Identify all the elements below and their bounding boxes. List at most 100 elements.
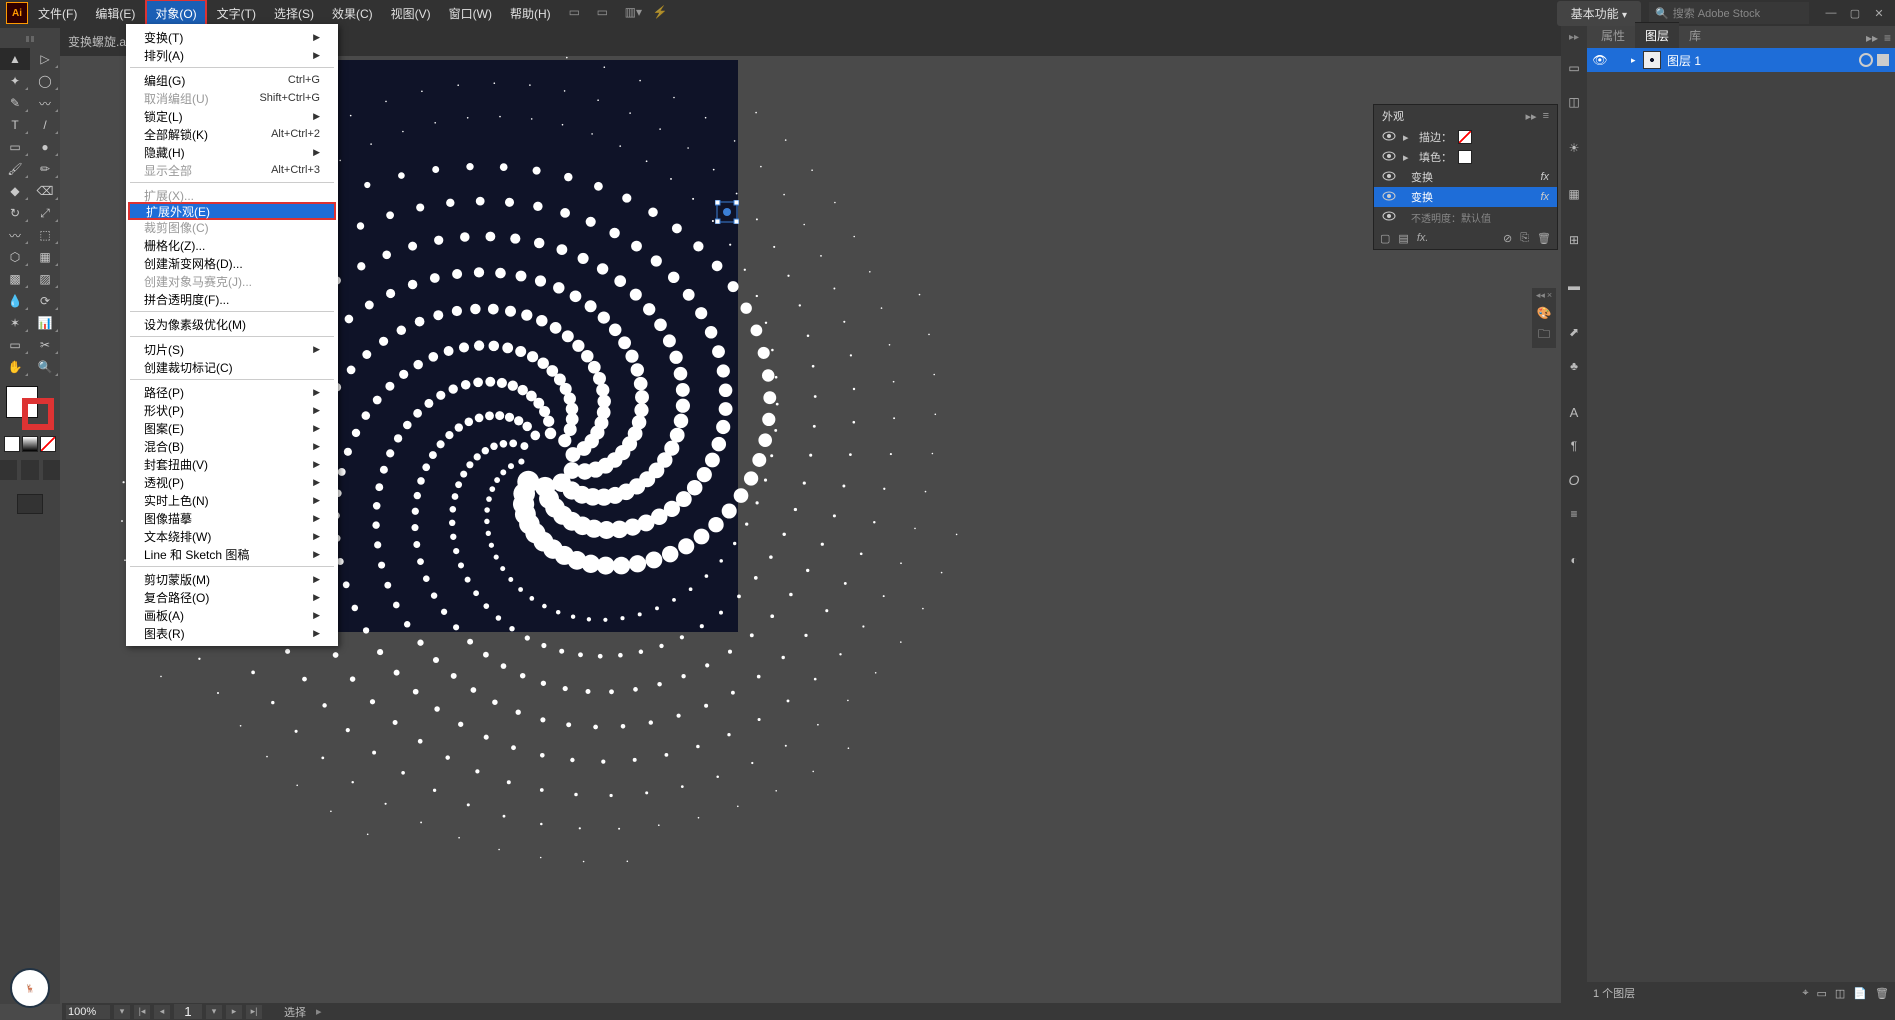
panel-menu-icon[interactable]: ≡ — [1543, 110, 1549, 123]
tab-libraries[interactable]: 库 — [1679, 23, 1711, 48]
fx-indicator[interactable]: fx — [1540, 191, 1549, 203]
target-icon[interactable] — [1859, 53, 1873, 67]
menu-item[interactable]: 扩展外观(E) — [128, 202, 336, 220]
appearance-row[interactable]: ▸描边： — [1374, 127, 1557, 147]
menu-item[interactable]: 实时上色(N)▶ — [126, 491, 338, 509]
zoom-input[interactable] — [66, 1005, 110, 1019]
tool-eyedropper[interactable]: 💧 — [0, 290, 30, 312]
character-icon[interactable]: A — [1562, 400, 1586, 424]
tool-column-graph[interactable]: 📊 — [30, 312, 60, 334]
menu-file[interactable]: 文件(F) — [30, 1, 85, 26]
swatch[interactable] — [1458, 150, 1472, 164]
layers-menu-icon[interactable]: ≡ — [1884, 31, 1891, 45]
appearance-row[interactable]: 变换fx — [1374, 187, 1557, 207]
strip-collapse[interactable]: ◂◂ — [1536, 290, 1545, 301]
menu-item[interactable]: 透视(P)▶ — [126, 473, 338, 491]
selection-handle[interactable] — [715, 200, 739, 224]
draw-inside[interactable] — [43, 460, 60, 480]
arrange-icon[interactable]: ▥▾ — [625, 5, 641, 21]
symbols-icon[interactable]: ⊞ — [1562, 228, 1586, 252]
maximize-button[interactable]: ▢ — [1845, 5, 1865, 21]
menu-type[interactable]: 文字(T) — [209, 1, 264, 26]
tool-ellipse[interactable]: ● — [30, 136, 60, 158]
panel-collapse-icon[interactable]: ▸▸ — [1526, 110, 1537, 123]
workspace-switcher[interactable]: 基本功能 ▾ — [1557, 1, 1641, 26]
stroke-icon[interactable]: ▬ — [1562, 274, 1586, 298]
menu-item[interactable]: 锁定(L)▶ — [126, 107, 338, 125]
bridge-icon[interactable]: ▭ — [569, 5, 585, 21]
asset-export-icon[interactable]: ◫ — [1562, 90, 1586, 114]
tool-rotate[interactable]: ↻ — [0, 202, 30, 224]
tool-mesh[interactable]: ▩ — [0, 268, 30, 290]
visibility-icon[interactable] — [1382, 211, 1397, 223]
tool-direct-selection[interactable]: ▷ — [30, 48, 60, 70]
adobe-stock-search[interactable]: 🔍搜索 Adobe Stock — [1649, 2, 1809, 24]
menu-item[interactable]: 画板(A)▶ — [126, 606, 338, 624]
next-artboard[interactable]: ▸ — [226, 1005, 242, 1019]
clear-icon[interactable]: ⊘ — [1503, 232, 1512, 245]
brushes-icon[interactable]: ☀ — [1562, 136, 1586, 160]
fx-indicator[interactable]: fx — [1540, 171, 1549, 183]
new-sublayer-icon[interactable]: ◫ — [1835, 987, 1845, 1000]
tool-width[interactable]: 〰 — [0, 224, 30, 246]
tool-zoom[interactable]: 🔍 — [30, 356, 60, 378]
opentype-icon[interactable]: O — [1562, 468, 1586, 492]
tool-artboard[interactable]: ▭ — [0, 334, 30, 356]
visibility-icon[interactable] — [1382, 131, 1397, 143]
tool-rectangle[interactable]: ▭ — [0, 136, 30, 158]
tool-magic-wand[interactable]: ✦ — [0, 70, 30, 92]
color-gradient[interactable] — [22, 436, 38, 452]
menu-item[interactable]: 隐藏(H)▶ — [126, 143, 338, 161]
delete-icon[interactable]: 🗑 — [1537, 232, 1551, 245]
menu-effect[interactable]: 效果(C) — [324, 1, 381, 26]
appearance-row[interactable]: 变换fx — [1374, 167, 1557, 187]
menu-item[interactable]: 形状(P)▶ — [126, 401, 338, 419]
tool-selection[interactable]: ▲ — [0, 48, 30, 70]
glyphs-icon[interactable]: ≡ — [1562, 502, 1586, 526]
menu-item[interactable]: 栅格化(Z)... — [126, 236, 338, 254]
align-icon[interactable]: ♣ — [1562, 354, 1586, 378]
tool-lasso[interactable]: ◯ — [30, 70, 60, 92]
layers-collapse[interactable]: ▸▸ — [1866, 31, 1878, 45]
tool-eraser[interactable]: ⌫ — [30, 180, 60, 202]
color-guide-icon[interactable]: ◐ — [1562, 548, 1586, 572]
gpu-icon[interactable]: ⚡ — [653, 5, 669, 21]
close-button[interactable]: ✕ — [1869, 5, 1889, 21]
menu-item[interactable]: Line 和 Sketch 图稿▶ — [126, 545, 338, 563]
zoom-dropdown[interactable]: ▾ — [114, 1005, 130, 1019]
prev-artboard[interactable]: ◂ — [154, 1005, 170, 1019]
tab-layers[interactable]: 图层 — [1635, 22, 1679, 48]
tool-paintbrush[interactable]: 🖌 — [0, 158, 30, 180]
strip-header[interactable]: ▸▸ — [1569, 28, 1579, 46]
swatch[interactable] — [1458, 130, 1472, 144]
tool-pencil[interactable]: ✏ — [30, 158, 60, 180]
menu-edit[interactable]: 编辑(E) — [87, 1, 143, 26]
menu-item[interactable]: 图案(E)▶ — [126, 419, 338, 437]
menu-item[interactable]: 封套扭曲(V)▶ — [126, 455, 338, 473]
menu-item[interactable]: 编组(G)Ctrl+G — [126, 71, 338, 89]
menu-item[interactable]: 图像描摹▶ — [126, 509, 338, 527]
menu-item[interactable]: 全部解锁(K)Alt+Ctrl+2 — [126, 125, 338, 143]
swatches-icon[interactable]: ▦ — [1562, 182, 1586, 206]
tool-scale[interactable]: ⤢ — [30, 202, 60, 224]
draw-behind[interactable] — [21, 460, 38, 480]
stroke-swatch[interactable] — [22, 398, 54, 430]
color-panel-icon[interactable]: 🎨 — [1533, 302, 1555, 324]
tool-gradient[interactable]: ▨ — [30, 268, 60, 290]
menu-item[interactable]: 剪切蒙版(M)▶ — [126, 570, 338, 588]
status-menu[interactable]: ▸ — [316, 1005, 322, 1018]
tool-perspective[interactable]: ▦ — [30, 246, 60, 268]
tool-symbol-sprayer[interactable]: ✶ — [0, 312, 30, 334]
menu-item[interactable]: 文本绕排(W)▶ — [126, 527, 338, 545]
menu-item[interactable]: 拼合透明度(F)... — [126, 290, 338, 308]
expand-arrow[interactable]: ▸ — [1631, 55, 1643, 66]
tool-line[interactable]: / — [30, 114, 60, 136]
minimize-button[interactable]: — — [1821, 5, 1841, 21]
tool-curvature[interactable]: 〰 — [30, 92, 60, 114]
menu-item[interactable]: 混合(B)▶ — [126, 437, 338, 455]
duplicate-icon[interactable]: ⎘ — [1520, 232, 1529, 245]
menu-item[interactable]: 图表(R)▶ — [126, 624, 338, 642]
strip-close[interactable]: × — [1547, 290, 1552, 300]
stock-icon[interactable]: ▭ — [597, 5, 613, 21]
menu-view[interactable]: 视图(V) — [383, 1, 439, 26]
